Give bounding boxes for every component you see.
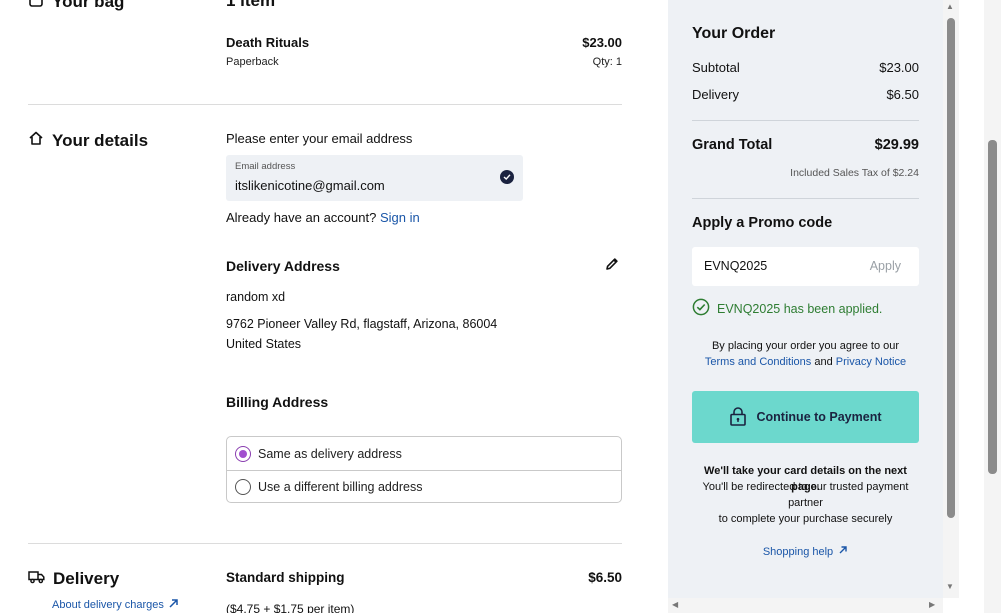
redirect-note: You'll be redirected to our trusted paym…: [702, 481, 909, 509]
promo-input[interactable]: [704, 257, 844, 275]
summary-divider: [692, 198, 919, 199]
item-name[interactable]: Death Rituals: [226, 35, 309, 50]
external-arrow-icon: [838, 545, 848, 558]
address-line: 9762 Pioneer Valley Rd, flagstaff, Arizo…: [226, 317, 498, 351]
truck-icon: [28, 569, 45, 589]
secure-note: to complete your purchase securely: [718, 513, 893, 525]
panel-vertical-scrollbar[interactable]: ▲ ▼: [943, 0, 959, 598]
promo-field[interactable]: Apply: [692, 247, 919, 286]
external-arrow-icon: [168, 598, 179, 612]
bag-item-count: 1 item: [226, 0, 276, 10]
scroll-up-icon[interactable]: ▲: [946, 2, 954, 11]
email-input[interactable]: [235, 176, 485, 194]
scroll-down-icon[interactable]: ▼: [946, 582, 954, 591]
shipping-breakdown: ($4.75 + $1.75 per item): [226, 602, 355, 613]
pay-button-label: Continue to Payment: [756, 410, 882, 424]
your-bag-heading: Your bag: [28, 0, 124, 12]
billing-different-label: Use a different billing address: [258, 480, 423, 494]
delivery-label: Delivery: [692, 87, 739, 102]
subtotal-value: $23.00: [879, 60, 919, 75]
sign-in-link[interactable]: Sign in: [380, 210, 420, 225]
shopping-help-text[interactable]: Shopping help: [763, 546, 833, 558]
lock-icon: [729, 406, 747, 429]
billing-same-label: Same as delivery address: [258, 446, 402, 461]
item-qty: Qty: 1: [592, 56, 622, 68]
check-circle-icon: [500, 170, 514, 184]
email-label: Email address: [235, 161, 296, 172]
radio-unselected[interactable]: [235, 479, 251, 495]
order-title: Your Order: [692, 25, 776, 42]
delivery-address-title: Delivery Address: [226, 258, 340, 274]
account-line: Already have an account? Sign in: [226, 210, 420, 225]
tax-note: Included Sales Tax of $2.24: [790, 167, 919, 179]
page-scroll-thumb[interactable]: [988, 140, 997, 474]
your-bag-title: Your bag: [52, 0, 125, 11]
delivery-heading: Delivery: [28, 569, 119, 589]
scroll-right-icon[interactable]: ▶: [929, 600, 935, 609]
billing-same-option[interactable]: Same as delivery address: [227, 437, 621, 470]
success-check-icon: [692, 298, 710, 319]
home-icon: [28, 130, 44, 151]
grand-total-row: Grand Total $29.99: [692, 137, 919, 153]
grand-total-value: $29.99: [874, 137, 919, 153]
item-price: $23.00: [582, 35, 622, 50]
billing-options: Same as delivery address Use a different…: [226, 436, 622, 503]
delivery-row: Delivery $6.50: [692, 87, 919, 102]
terms-link[interactable]: Terms and Conditions: [705, 356, 811, 368]
checkout-main: Your bag 1 item Death Rituals Paperback …: [0, 0, 668, 613]
shipping-method: Standard shipping: [226, 570, 345, 585]
email-prompt: Please enter your email address: [226, 131, 413, 146]
summary-divider: [692, 120, 919, 121]
about-delivery-link[interactable]: About delivery charges: [52, 598, 179, 612]
privacy-link[interactable]: Privacy Notice: [836, 356, 906, 368]
billing-address-title: Billing Address: [226, 394, 329, 410]
panel-horizontal-scrollbar[interactable]: ◀ ▶: [668, 598, 943, 613]
your-details-heading: Your details: [28, 130, 148, 151]
your-details-title: Your details: [52, 130, 149, 150]
and-text: and: [814, 356, 833, 368]
about-delivery-text[interactable]: About delivery charges: [52, 599, 164, 611]
panel-scroll-thumb[interactable]: [947, 18, 955, 518]
address-name: random xd: [226, 290, 286, 304]
edit-pencil-icon[interactable]: [604, 256, 620, 277]
email-field[interactable]: Email address: [226, 155, 523, 201]
delivery-value: $6.50: [886, 87, 919, 102]
radio-selected[interactable]: [235, 445, 251, 462]
account-question: Already have an account?: [226, 210, 377, 225]
delivery-title: Delivery: [53, 569, 120, 588]
shopping-help-link[interactable]: Shopping help: [692, 545, 919, 558]
grand-total-label: Grand Total: [692, 137, 773, 153]
legal-links: Terms and Conditions and Privacy Notice: [692, 354, 919, 370]
promo-success: EVNQ2025 has been applied.: [692, 298, 882, 319]
subtotal-row: Subtotal $23.00: [692, 60, 919, 75]
divider: [28, 104, 622, 105]
promo-success-text: EVNQ2025 has been applied.: [717, 301, 883, 316]
scroll-left-icon[interactable]: ◀: [672, 600, 678, 609]
subtotal-label: Subtotal: [692, 60, 740, 75]
agree-text: By placing your order you agree to our: [711, 340, 900, 352]
bag-icon: [28, 0, 44, 12]
billing-different-option[interactable]: Use a different billing address: [227, 470, 621, 503]
promo-title: Apply a Promo code: [692, 215, 833, 231]
continue-to-payment-button[interactable]: Continue to Payment: [692, 391, 919, 443]
shipping-price: $6.50: [588, 570, 622, 585]
promo-apply-button[interactable]: Apply: [870, 259, 901, 273]
item-format: Paperback: [226, 56, 279, 68]
divider: [28, 543, 622, 544]
page-vertical-scrollbar[interactable]: [984, 0, 1001, 613]
